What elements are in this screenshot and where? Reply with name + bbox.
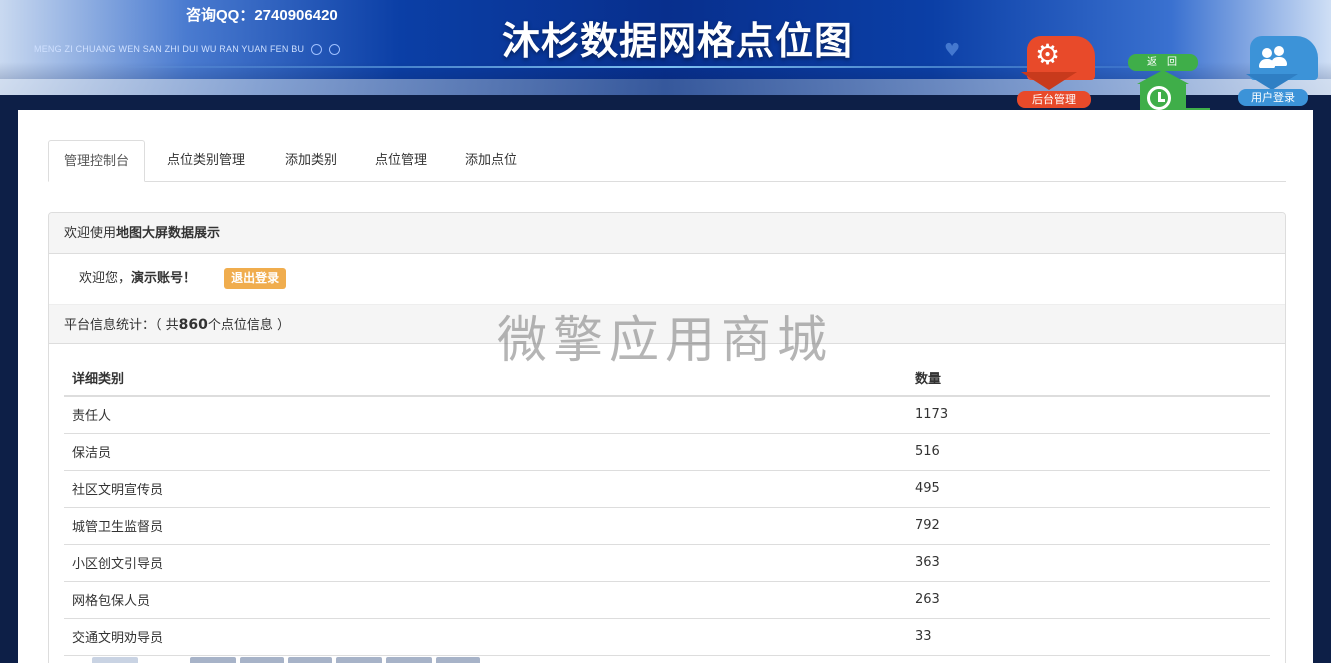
table-header-row: 详细类别 数量	[64, 359, 1270, 397]
bottom-tab[interactable]	[386, 657, 432, 663]
bottom-tab[interactable]	[240, 657, 284, 663]
user-login-button[interactable]: 用户登录	[1238, 36, 1320, 108]
header-category: 详细类别	[64, 359, 907, 397]
stats-row: 平台信息统计：（ 共860个点位信息 ）	[49, 304, 1285, 344]
tab-bar: 管理控制台 点位类别管理 添加类别 点位管理 添加点位	[48, 140, 1286, 182]
header-count: 数量	[907, 359, 1270, 397]
circle-icon	[310, 44, 322, 56]
cell-category: 保洁员	[64, 433, 907, 471]
logout-button[interactable]: 退出登录	[224, 268, 287, 289]
welcome-prefix: 欢迎您，	[79, 271, 132, 286]
back-roof	[1137, 70, 1189, 84]
bottom-tab[interactable]	[92, 657, 138, 663]
tab-console[interactable]: 管理控制台	[48, 140, 146, 182]
main-card: 管理控制台 点位类别管理 添加类别 点位管理 添加点位 欢迎使用地图大屏数据展示…	[18, 110, 1313, 663]
cell-category: 城管卫生监督员	[64, 507, 907, 545]
cell-count: 792	[907, 507, 1270, 545]
table-row: 保洁员 516	[64, 433, 1270, 471]
cell-count: 516	[907, 433, 1270, 471]
panel-heading-prefix: 欢迎使用	[64, 226, 117, 241]
admin-arrow	[1021, 72, 1077, 90]
stats-suffix: 个点位信息 ）	[207, 318, 291, 333]
cell-category: 网格包保人员	[64, 581, 907, 619]
cell-count: 1173	[907, 396, 1270, 434]
gear-icon: ⚙	[1035, 38, 1061, 71]
cell-category: 小区创文引导员	[64, 544, 907, 582]
bottom-tab[interactable]	[336, 657, 382, 663]
tab-point-manage[interactable]: 点位管理	[360, 140, 442, 182]
tab-add-category[interactable]: 添加类别	[270, 140, 352, 182]
table-row: 社区文明宣传员 495	[64, 470, 1270, 508]
stats-table: 详细类别 数量 责任人 1173 保洁员 516 社区文明宣传员 495 城管卫…	[64, 359, 1270, 656]
circle-icon	[328, 44, 340, 56]
heart-icon: ♥	[944, 40, 961, 61]
tab-add-point[interactable]: 添加点位	[450, 140, 532, 182]
cell-category: 社区文明宣传员	[64, 470, 907, 508]
bottom-tab[interactable]	[288, 657, 332, 663]
table-row: 交通文明劝导员 33	[64, 618, 1270, 656]
cell-category: 责任人	[64, 396, 907, 434]
cell-count: 363	[907, 544, 1270, 582]
table-row: 责任人 1173	[64, 396, 1270, 434]
cell-category: 交通文明劝导员	[64, 618, 907, 656]
user-arrow	[1246, 74, 1298, 90]
pinyin-text: MENG ZI CHUANG WEN SAN ZHI DUI WU RAN YU…	[34, 44, 305, 54]
admin-button[interactable]: ⚙ 后台管理	[1017, 36, 1097, 110]
welcome-row: 欢迎您，演示账号！ 退出登录	[49, 254, 1285, 304]
dashboard-panel: 欢迎使用地图大屏数据展示 欢迎您，演示账号！ 退出登录 平台信息统计：（ 共86…	[48, 212, 1286, 663]
cell-count: 263	[907, 581, 1270, 619]
stats-prefix: 平台信息统计：（ 共	[64, 318, 179, 333]
site-title: 沐杉数据网格点位图	[502, 21, 854, 63]
panel-heading-bold: 地图大屏数据展示	[116, 226, 221, 241]
bottom-tab[interactable]	[436, 657, 480, 663]
pinyin-subtitle: MENG ZI CHUANG WEN SAN ZHI DUI WU RAN YU…	[34, 44, 340, 56]
users-icon	[1258, 46, 1290, 72]
user-login-label: 用户登录	[1238, 89, 1308, 106]
table-row: 小区创文引导员 363	[64, 544, 1270, 582]
admin-label: 后台管理	[1017, 91, 1091, 108]
back-label: 返回	[1128, 54, 1198, 71]
stats-count: 860	[178, 317, 208, 333]
cell-count: 495	[907, 470, 1270, 508]
bottom-tab[interactable]	[190, 657, 236, 663]
qq-contact: 咨询QQ：2740906420	[186, 7, 338, 24]
bottom-scroll-hint	[0, 657, 1331, 663]
panel-heading: 欢迎使用地图大屏数据展示	[49, 213, 1285, 254]
tab-category-manage[interactable]: 点位类别管理	[152, 140, 260, 182]
table-row: 网格包保人员 263	[64, 581, 1270, 619]
cell-count: 33	[907, 618, 1270, 656]
welcome-user: 演示账号！	[131, 271, 197, 286]
table-wrapper: 详细类别 数量 责任人 1173 保洁员 516 社区文明宣传员 495 城管卫…	[49, 344, 1285, 656]
table-row: 城管卫生监督员 792	[64, 507, 1270, 545]
clock-icon	[1147, 86, 1171, 110]
